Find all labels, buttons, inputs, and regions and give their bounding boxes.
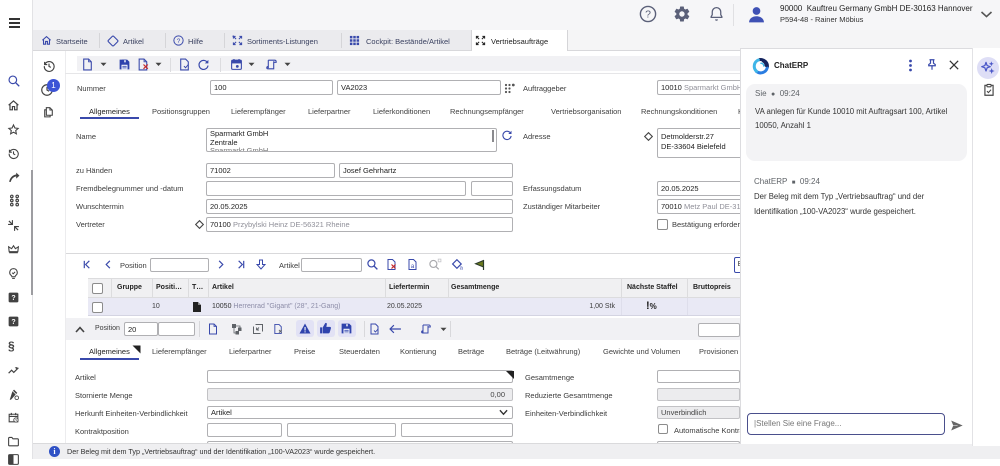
svg-text:?: ?: [11, 295, 15, 302]
svg-text:a: a: [460, 265, 464, 271]
svg-text:?: ?: [645, 9, 651, 21]
svg-text:?: ?: [177, 38, 181, 45]
svg-text:?: ?: [11, 319, 15, 326]
